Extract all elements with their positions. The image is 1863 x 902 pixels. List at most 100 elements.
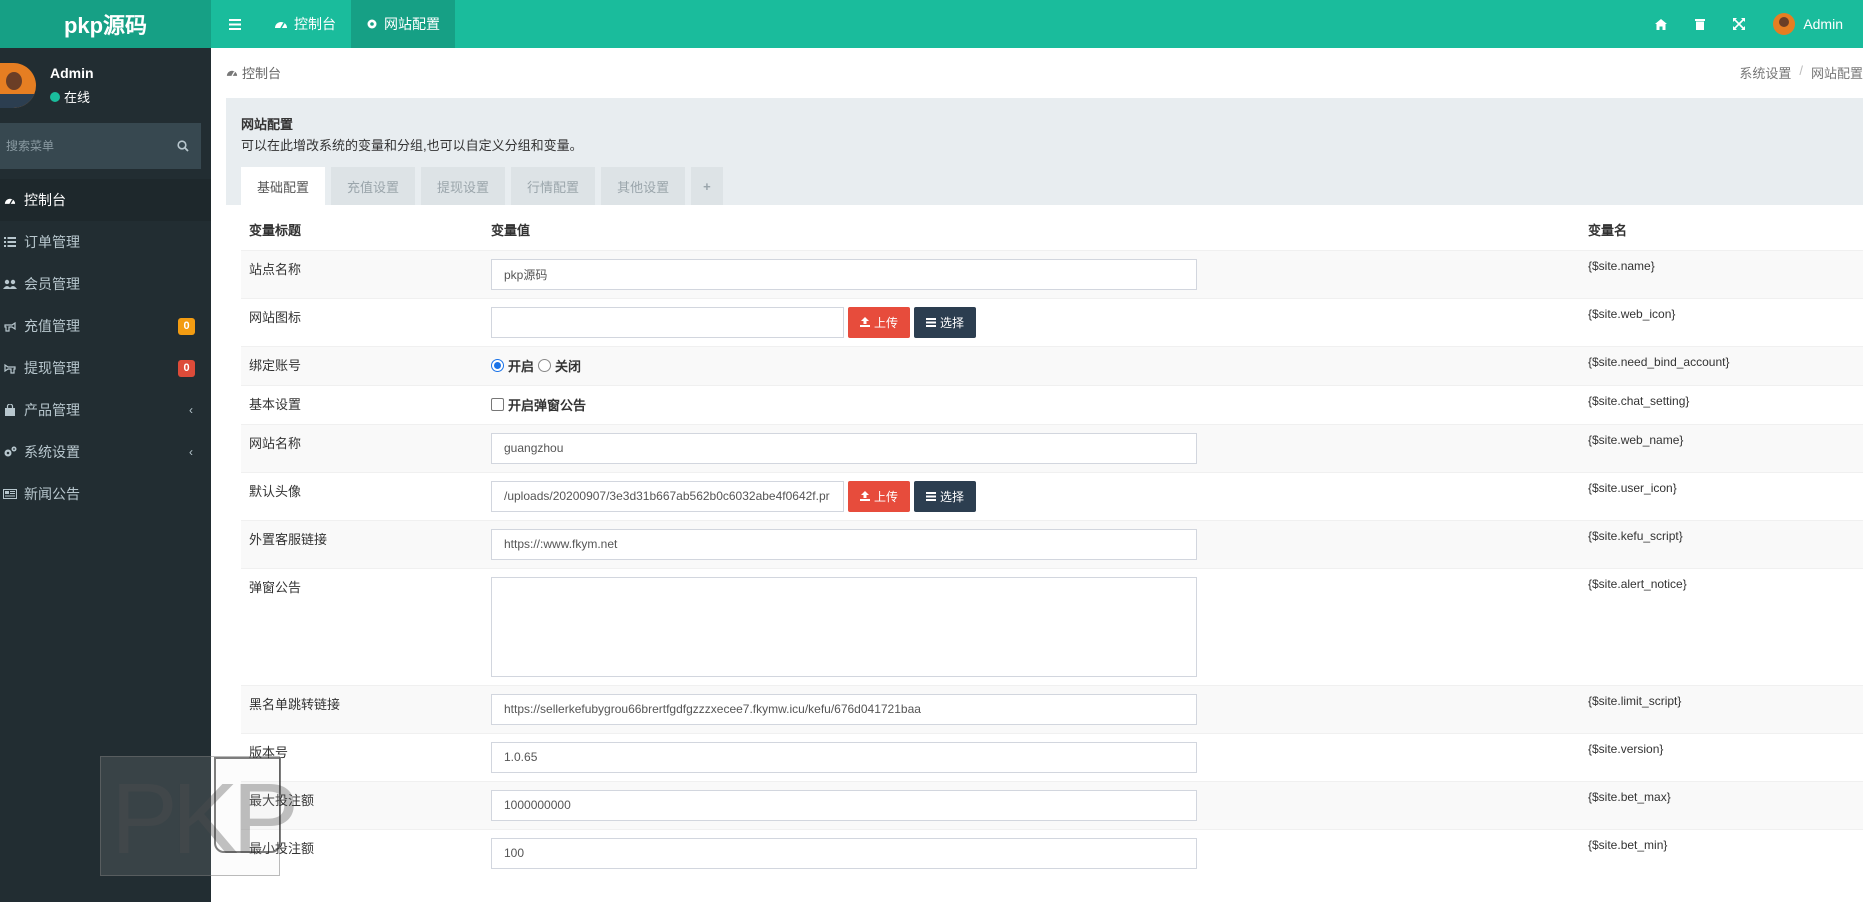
sidebar-item-orders[interactable]: 订单管理	[0, 221, 211, 263]
tab-recharge[interactable]: 充值设置	[331, 167, 416, 205]
version-input[interactable]: 1.0.65	[491, 741, 1197, 773]
row-varname: {$site.chat_setting}	[1580, 384, 1863, 424]
breadcrumb-separator: /	[1799, 62, 1803, 78]
sidebar-item-system-settings[interactable]: 系统设置 ‹	[0, 431, 211, 473]
user-name: Admin	[50, 65, 94, 81]
radio-on-label[interactable]: 开启	[508, 356, 534, 375]
sidebar-item-label: 产品管理	[24, 402, 80, 418]
recharge-count-badge: 0	[178, 317, 195, 335]
row-title: 基本设置	[241, 384, 483, 424]
select-button[interactable]: 选择	[914, 306, 977, 338]
clear-cache-button[interactable]	[1681, 0, 1719, 48]
top-tab-site-config[interactable]: 网站配置	[351, 0, 455, 48]
bet-max-input[interactable]: 1000000000	[491, 789, 1197, 821]
select-label: 选择	[940, 489, 965, 504]
cogs-icon	[2, 446, 18, 458]
home-icon	[1655, 18, 1668, 30]
breadcrumb-current[interactable]: 控制台	[226, 63, 281, 82]
blacklist-link-input[interactable]: https://sellerkefubygrou66brertfgdfgzzzx…	[491, 693, 1197, 725]
breadcrumb: 控制台 系统设置 / 网站配置	[211, 48, 1863, 96]
trash-icon	[1695, 19, 1706, 30]
admin-name: Admin	[1803, 16, 1843, 32]
web-icon-input[interactable]	[491, 306, 844, 338]
row-varname: {$site.need_bind_account}	[1580, 345, 1863, 385]
tab-market[interactable]: 行情配置	[511, 167, 596, 205]
kefu-link-input[interactable]: https://:www.fkym.net	[491, 528, 1197, 560]
top-nav: 控制台 网站配置	[211, 0, 455, 48]
table-row: 弹窗公告 {$site.alert_notice}	[241, 567, 1863, 685]
add-tab-button[interactable]: +	[691, 167, 723, 205]
upload-button[interactable]: 上传	[848, 306, 911, 338]
config-tabs: 基础配置 充值设置 提现设置 行情配置 其他设置 +	[241, 167, 723, 205]
tab-withdraw[interactable]: 提现设置	[421, 167, 506, 205]
logo[interactable]: pkp源码	[0, 0, 211, 48]
panel-description: 可以在此增改系统的变量和分组,也可以自定义分组和变量。	[241, 138, 583, 153]
sidebar-item-label: 订单管理	[24, 234, 80, 250]
breadcrumb-item-system-settings[interactable]: 系统设置	[1739, 63, 1791, 82]
row-title: 外置客服链接	[241, 519, 483, 568]
sidebar-item-withdraw[interactable]: 提现管理 0	[0, 347, 211, 389]
table-row: 最大投注额 1000000000 {$site.bet_max}	[241, 780, 1863, 829]
table-row: 外置客服链接 https://:www.fkym.net {$site.kefu…	[241, 519, 1863, 568]
upload-group: /uploads/20200907/3e3d31b667ab562b0c6032…	[491, 480, 1572, 512]
home-button[interactable]	[1641, 0, 1681, 48]
header-value: 变量值	[491, 223, 531, 239]
radio-on[interactable]	[491, 359, 504, 372]
row-value: guangzhou	[483, 423, 1580, 472]
sidebar-item-dashboard[interactable]: 控制台	[0, 179, 211, 221]
user-menu[interactable]: Admin	[1759, 0, 1863, 48]
search-icon[interactable]	[177, 140, 189, 152]
web-name-input[interactable]: guangzhou	[491, 432, 1197, 464]
avatar	[0, 63, 36, 108]
gear-icon	[367, 19, 377, 29]
table-row: 绑定账号 开启 关闭 {$site.need_bind_account}	[241, 345, 1863, 385]
main-content: 控制台 系统设置 / 网站配置 网站配置 可以在此增改系统的变量和分组,也可以自…	[211, 48, 1863, 902]
table-header-row: 变量标题 变量值 变量名	[241, 210, 1863, 250]
top-navbar: pkp源码 控制台 网站配置 Admin	[0, 0, 1863, 48]
dashboard-icon	[2, 196, 18, 205]
top-right-toolbar: Admin	[1641, 0, 1863, 48]
table-row: 最小投注额 100 {$site.bet_min}	[241, 828, 1863, 877]
row-varname: {$site.user_icon}	[1580, 471, 1863, 520]
user-status-label: 在线	[64, 90, 91, 105]
popup-notice-checkbox[interactable]	[491, 398, 504, 411]
fullscreen-button[interactable]	[1719, 0, 1759, 48]
list-icon	[926, 317, 937, 327]
bet-min-input[interactable]: 100	[491, 837, 1197, 869]
upload-button[interactable]: 上传	[848, 480, 911, 512]
radio-off[interactable]	[538, 359, 552, 372]
online-status-icon	[50, 91, 60, 102]
breadcrumb-item-site-config: 网站配置	[1810, 65, 1863, 81]
row-title: 网站图标	[241, 297, 483, 346]
table-row: 黑名单跳转链接 https://sellerkefubygrou66brertf…	[241, 684, 1863, 733]
row-varname: {$site.bet_max}	[1580, 780, 1863, 829]
chevron-left-icon: ‹	[189, 403, 193, 417]
user-icon-input[interactable]: /uploads/20200907/3e3d31b667ab562b0c6032…	[491, 480, 844, 512]
upload-label: 上传	[874, 315, 899, 330]
top-tab-dashboard[interactable]: 控制台	[259, 0, 351, 48]
upload-group: 上传 选择	[491, 306, 1572, 338]
sidebar-item-news[interactable]: 新闻公告	[0, 473, 211, 515]
row-varname: {$site.kefu_script}	[1580, 519, 1863, 568]
watermark-frame	[214, 757, 281, 853]
sidebar-item-recharge[interactable]: 充值管理 0	[0, 305, 211, 347]
sidebar-item-products[interactable]: 产品管理 ‹	[0, 389, 211, 431]
sidebar-toggle-button[interactable]	[211, 0, 259, 48]
row-value: https://sellerkefubygrou66brertfgdfgzzzx…	[483, 684, 1580, 733]
table-row: 默认头像 /uploads/20200907/3e3d31b667ab562b0…	[241, 471, 1863, 520]
tab-basic[interactable]: 基础配置	[241, 167, 326, 205]
alert-notice-textarea[interactable]	[491, 576, 1197, 677]
row-value	[483, 567, 1580, 685]
tab-other[interactable]: 其他设置	[601, 167, 686, 205]
row-varname: {$site.bet_min}	[1580, 828, 1863, 877]
breadcrumb-label: 控制台	[242, 65, 282, 81]
breadcrumb-trail: 系统设置 / 网站配置	[1739, 63, 1863, 82]
checkbox-label[interactable]: 开启弹窗公告	[508, 395, 586, 414]
row-value: 1.0.65	[483, 732, 1580, 781]
select-button[interactable]: 选择	[914, 480, 977, 512]
sidebar-item-members[interactable]: 会员管理	[0, 263, 211, 305]
site-name-input[interactable]: pkp源码	[491, 258, 1197, 290]
menu-search-input[interactable]	[6, 139, 156, 153]
sidebar-item-label: 会员管理	[24, 276, 80, 292]
radio-off-label[interactable]: 关闭	[555, 356, 581, 375]
